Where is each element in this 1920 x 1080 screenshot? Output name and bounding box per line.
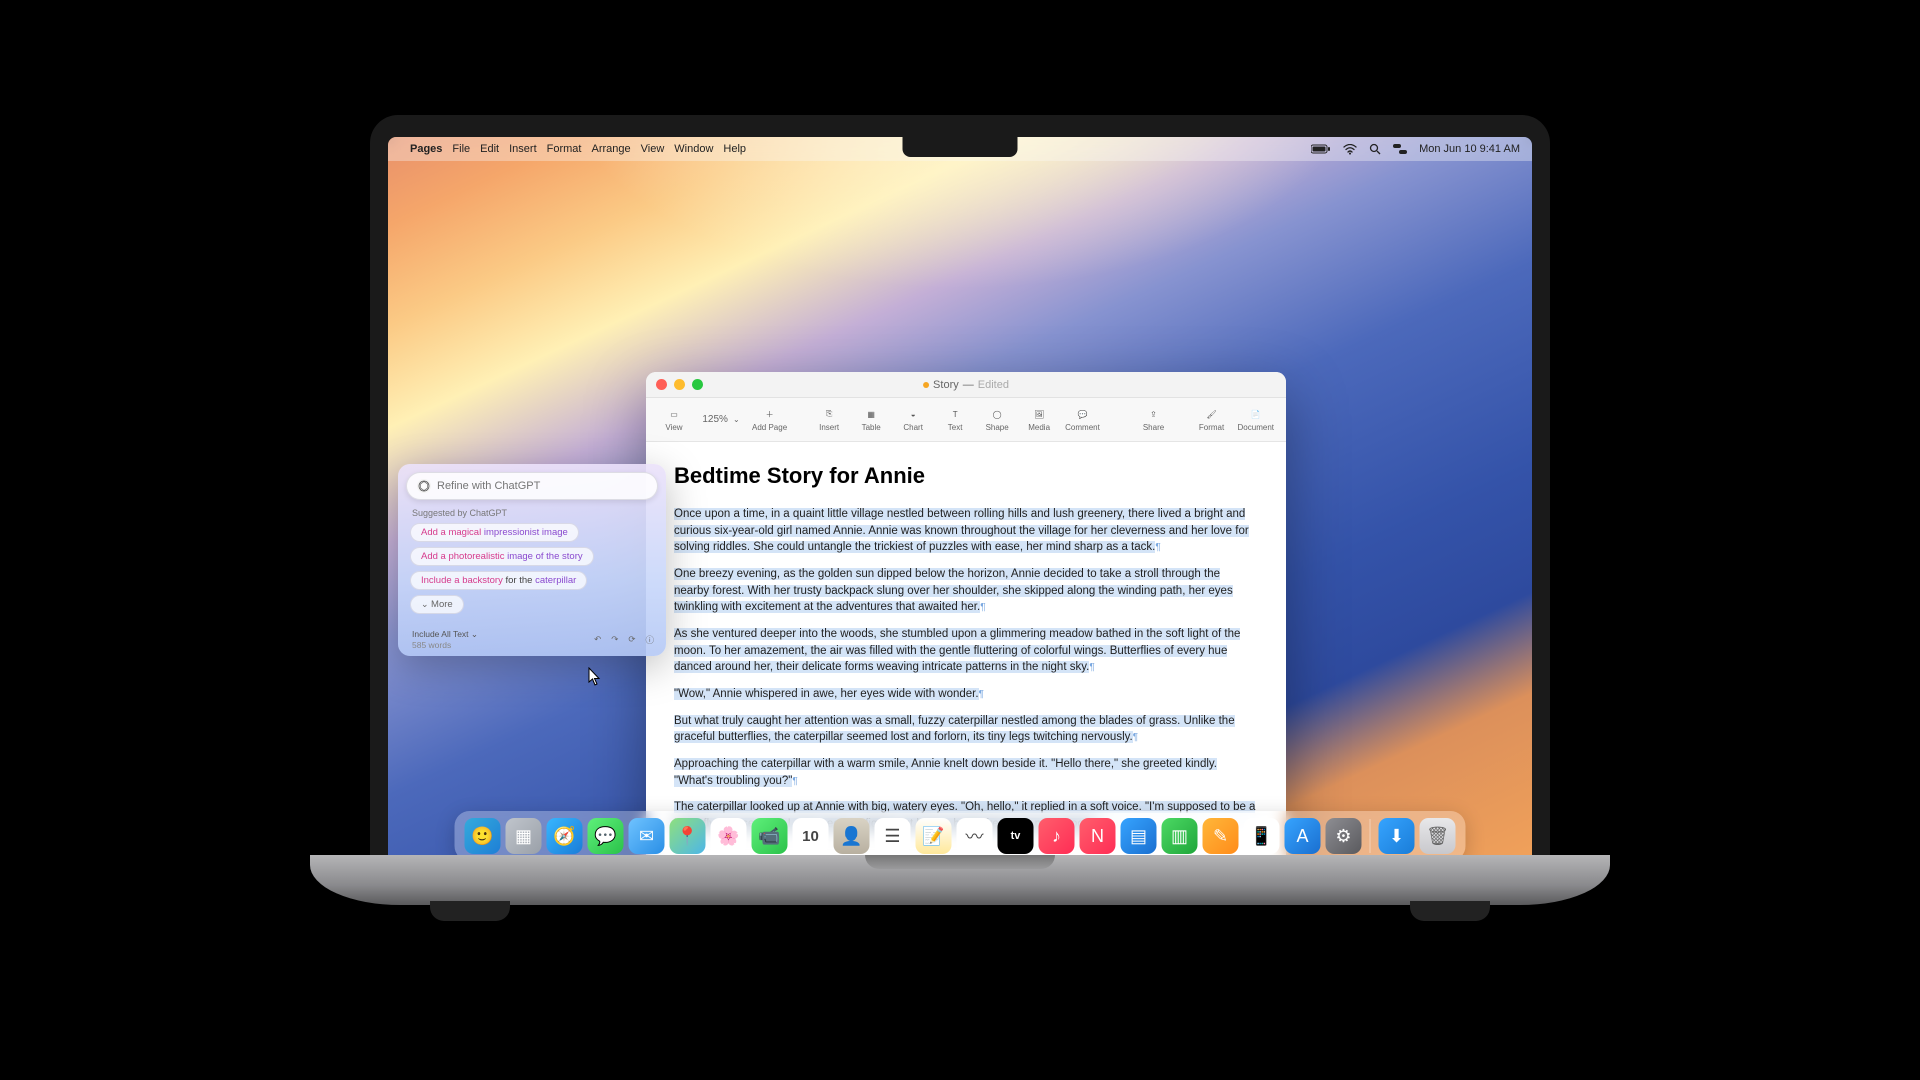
suggested-label: Suggested by ChatGPT xyxy=(412,508,658,518)
paragraph-1: Once upon a time, in a quaint little vil… xyxy=(674,508,1249,553)
dock-freeform[interactable]: 〰 xyxy=(957,818,993,854)
paragraph-5: But what truly caught her attention was … xyxy=(674,715,1235,744)
toolbar: ▭View 125%⌄ ＋Add Page ⎘Insert ▦Table ◒Ch… xyxy=(646,398,1286,442)
dock-tv[interactable]: tv xyxy=(998,818,1034,854)
dock-finder[interactable]: 🙂 xyxy=(465,818,501,854)
toolbar-shape[interactable]: ◯Shape xyxy=(977,407,1017,432)
dock-news[interactable]: N xyxy=(1080,818,1116,854)
toolbar-text[interactable]: TText xyxy=(935,407,975,432)
spotlight-icon[interactable] xyxy=(1369,143,1381,155)
toolbar-table[interactable]: ▦Table xyxy=(851,407,891,432)
pilcrow-icon: ¶ xyxy=(792,776,797,787)
dock-appstore[interactable]: A xyxy=(1285,818,1321,854)
dock-iphone-mirror[interactable]: 📱 xyxy=(1244,818,1280,854)
control-center-icon[interactable] xyxy=(1393,144,1407,154)
refine-input[interactable] xyxy=(437,480,647,492)
suggestion-chip-1[interactable]: Add a magical impressionist image xyxy=(410,523,579,542)
dock-messages[interactable]: 💬 xyxy=(588,818,624,854)
suggestion-chip-2[interactable]: Add a photorealistic image of the story xyxy=(410,547,594,566)
refine-input-field[interactable] xyxy=(406,472,658,500)
toolbar-share[interactable]: ⇪Share xyxy=(1134,407,1174,432)
battery-icon[interactable] xyxy=(1311,144,1331,154)
redo-icon[interactable]: ↷ xyxy=(611,634,618,646)
menu-help[interactable]: Help xyxy=(723,143,746,155)
dock-facetime[interactable]: 📹 xyxy=(752,818,788,854)
clock[interactable]: Mon Jun 10 9:41 AM xyxy=(1419,143,1520,155)
dock: 🙂▦🧭💬✉📍🌸📹10👤☰📝〰tv♪N▤▥✎📱A⚙ ⬇🗑 xyxy=(455,811,1466,861)
toolbar-view[interactable]: ▭View xyxy=(654,407,694,432)
paragraph-3: As she ventured deeper into the woods, s… xyxy=(674,628,1240,673)
toolbar-format[interactable]: 🖌Format xyxy=(1192,407,1232,432)
menu-window[interactable]: Window xyxy=(674,143,713,155)
menu-format[interactable]: Format xyxy=(547,143,582,155)
dock-numbers[interactable]: ▥ xyxy=(1162,818,1198,854)
pilcrow-icon: ¶ xyxy=(1133,732,1138,743)
minimize-button[interactable] xyxy=(674,379,685,390)
pilcrow-icon: ¶ xyxy=(1155,542,1160,553)
app-menu[interactable]: Pages xyxy=(410,143,442,155)
cursor-icon xyxy=(588,667,602,692)
dock-safari[interactable]: 🧭 xyxy=(547,818,583,854)
window-title: Story — Edited xyxy=(923,379,1009,391)
paragraph-2: One breezy evening, as the golden sun di… xyxy=(674,568,1233,613)
dock-keynote[interactable]: ▤ xyxy=(1121,818,1157,854)
toolbar-document[interactable]: 📄Document xyxy=(1234,407,1278,432)
menu-insert[interactable]: Insert xyxy=(509,143,537,155)
toolbar-comment[interactable]: 💬Comment xyxy=(1061,407,1104,432)
pages-window: Story — Edited ▭View 125%⌄ ＋Add Page ⎘In… xyxy=(646,372,1286,871)
dock-music[interactable]: ♪ xyxy=(1039,818,1075,854)
paragraph-6: Approaching the caterpillar with a warm … xyxy=(674,758,1217,787)
dock-mail[interactable]: ✉ xyxy=(629,818,665,854)
dock-photos[interactable]: 🌸 xyxy=(711,818,747,854)
paragraph-4: "Wow," Annie whispered in awe, her eyes … xyxy=(674,688,979,700)
refresh-icon[interactable]: ⟳ xyxy=(628,634,635,646)
toolbar-add-page[interactable]: ＋Add Page xyxy=(748,407,791,432)
chatgpt-logo-icon xyxy=(417,479,431,493)
pilcrow-icon: ¶ xyxy=(980,602,985,613)
dock-pages[interactable]: ✎ xyxy=(1203,818,1239,854)
dock-settings[interactable]: ⚙ xyxy=(1326,818,1362,854)
pilcrow-icon: ¶ xyxy=(1089,662,1094,673)
close-button[interactable] xyxy=(656,379,667,390)
suggestion-chip-3[interactable]: Include a backstory for the caterpillar xyxy=(410,571,587,590)
menu-edit[interactable]: Edit xyxy=(480,143,499,155)
dock-contacts[interactable]: 👤 xyxy=(834,818,870,854)
toolbar-media[interactable]: 🖼Media xyxy=(1019,407,1059,432)
undo-icon[interactable]: ↶ xyxy=(594,634,601,646)
more-chip[interactable]: More xyxy=(410,595,464,614)
dock-maps[interactable]: 📍 xyxy=(670,818,706,854)
fullscreen-button[interactable] xyxy=(692,379,703,390)
toolbar-chart[interactable]: ◒Chart xyxy=(893,407,933,432)
info-icon[interactable]: ⓘ xyxy=(645,634,654,646)
menu-file[interactable]: File xyxy=(452,143,470,155)
dock-trash[interactable]: 🗑 xyxy=(1420,818,1456,854)
dock-downloads[interactable]: ⬇ xyxy=(1379,818,1415,854)
pilcrow-icon: ¶ xyxy=(979,689,984,700)
refine-panel: Suggested by ChatGPT Add a magical impre… xyxy=(398,464,666,656)
wifi-icon[interactable] xyxy=(1343,144,1357,155)
dock-reminders[interactable]: ☰ xyxy=(875,818,911,854)
toolbar-insert[interactable]: ⎘Insert xyxy=(809,407,849,432)
dock-notes[interactable]: 📝 xyxy=(916,818,952,854)
dock-calendar[interactable]: 10 xyxy=(793,818,829,854)
document-body[interactable]: Bedtime Story for Annie Once upon a time… xyxy=(646,442,1286,871)
document-heading: Bedtime Story for Annie xyxy=(674,460,1258,492)
include-all-dropdown[interactable]: Include All Text ⌄ xyxy=(412,629,478,640)
toolbar-zoom[interactable]: 125%⌄ xyxy=(696,414,746,425)
titlebar[interactable]: Story — Edited xyxy=(646,372,1286,398)
menu-arrange[interactable]: Arrange xyxy=(591,143,630,155)
word-count: 585 words xyxy=(412,640,478,650)
document-proxy-icon[interactable] xyxy=(923,382,929,388)
dock-launchpad[interactable]: ▦ xyxy=(506,818,542,854)
menu-view[interactable]: View xyxy=(641,143,665,155)
